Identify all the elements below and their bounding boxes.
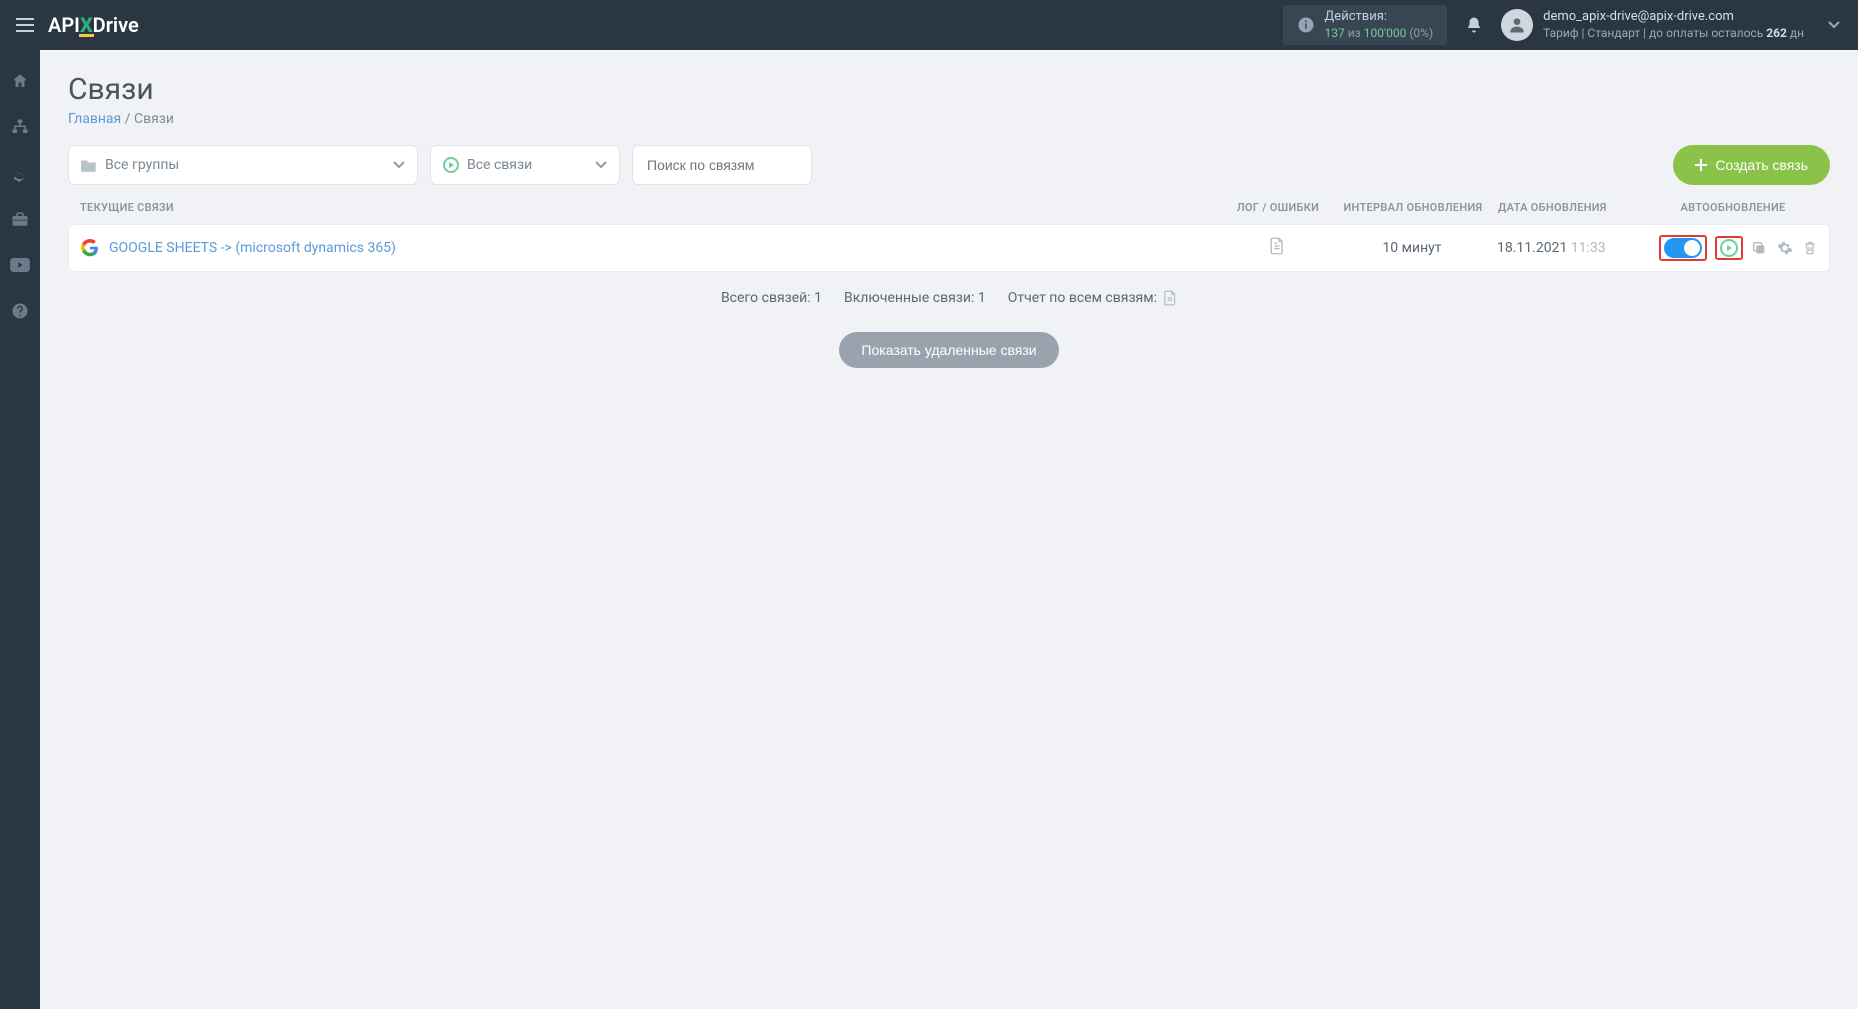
folder-icon bbox=[81, 159, 97, 172]
th-name: ТЕКУЩИЕ СВЯЗИ bbox=[80, 201, 1228, 214]
groups-dropdown-label: Все группы bbox=[105, 157, 179, 173]
actions-label: Действия: bbox=[1325, 9, 1434, 26]
connections-filter-label: Все связи bbox=[467, 157, 532, 173]
user-tariff: Тариф | Стандарт | до оплаты осталось 26… bbox=[1543, 26, 1804, 42]
sidebar-home-icon[interactable] bbox=[0, 60, 40, 102]
main-content: Связи Главная / Связи Все группы bbox=[40, 50, 1858, 1009]
show-deleted-button[interactable]: Показать удаленные связи bbox=[839, 332, 1058, 368]
sidebar-connections-icon[interactable] bbox=[0, 106, 40, 148]
menu-toggle-icon[interactable] bbox=[10, 10, 40, 40]
breadcrumb-current: Связи bbox=[134, 111, 174, 127]
header: APIXDrive Действия: 137 из 100'000 (0%) bbox=[0, 0, 1858, 50]
user-menu[interactable]: demo_apix-drive@apix-drive.com Тариф | С… bbox=[1501, 9, 1848, 41]
breadcrumb-home[interactable]: Главная bbox=[68, 111, 121, 127]
create-button-label: Создать связь bbox=[1715, 157, 1808, 173]
search-input[interactable] bbox=[632, 145, 812, 185]
plus-icon bbox=[1695, 159, 1707, 171]
avatar-icon bbox=[1501, 9, 1533, 41]
run-now-button[interactable] bbox=[1720, 239, 1738, 257]
breadcrumb: Главная / Связи bbox=[68, 111, 1830, 127]
notifications-icon[interactable] bbox=[1465, 16, 1483, 34]
chevron-down-icon bbox=[393, 161, 405, 169]
log-cell[interactable] bbox=[1227, 237, 1327, 259]
interval-cell: 10 минут bbox=[1327, 240, 1497, 256]
logo[interactable]: APIXDrive bbox=[48, 13, 139, 37]
info-icon bbox=[1297, 16, 1315, 34]
copy-icon[interactable] bbox=[1751, 240, 1767, 256]
autoupdate-toggle[interactable] bbox=[1664, 238, 1702, 258]
sidebar-help-icon[interactable] bbox=[0, 290, 40, 332]
connections-filter-dropdown[interactable]: Все связи bbox=[430, 145, 620, 185]
create-connection-button[interactable]: Создать связь bbox=[1673, 145, 1830, 185]
sidebar-billing-icon[interactable] bbox=[0, 152, 40, 194]
th-interval: ИНТЕРВАЛ ОБНОВЛЕНИЯ bbox=[1328, 201, 1498, 214]
chevron-down-icon bbox=[595, 161, 607, 169]
page-title: Связи bbox=[68, 72, 1830, 107]
date-cell: 18.11.2021 11:33 bbox=[1497, 240, 1647, 256]
connection-name-link[interactable]: GOOGLE SHEETS -> (microsoft dynamics 365… bbox=[109, 240, 396, 256]
summary-row: Всего связей: 1 Включенные связи: 1 Отче… bbox=[68, 290, 1830, 306]
user-email: demo_apix-drive@apix-drive.com bbox=[1543, 9, 1804, 26]
sidebar-video-icon[interactable] bbox=[0, 244, 40, 286]
sidebar bbox=[0, 50, 40, 1009]
file-icon bbox=[1163, 290, 1177, 306]
logo-x-icon: X bbox=[80, 13, 93, 37]
highlight-box-play bbox=[1715, 236, 1743, 260]
delete-icon[interactable] bbox=[1803, 240, 1817, 256]
th-date: ДАТА ОБНОВЛЕНИЯ bbox=[1498, 201, 1648, 214]
sidebar-briefcase-icon[interactable] bbox=[0, 198, 40, 240]
actions-counter[interactable]: Действия: 137 из 100'000 (0%) bbox=[1283, 5, 1448, 45]
google-icon bbox=[81, 239, 99, 257]
highlight-box-toggle bbox=[1659, 235, 1707, 261]
file-icon bbox=[1269, 237, 1285, 255]
chevron-down-icon bbox=[1828, 21, 1840, 29]
actions-value: 137 из 100'000 (0%) bbox=[1325, 26, 1434, 42]
th-auto: АВТООБНОВЛЕНИЕ bbox=[1648, 201, 1818, 214]
logo-text-suffix: Drive bbox=[93, 13, 139, 37]
table-header: ТЕКУЩИЕ СВЯЗИ ЛОГ / ОШИБКИ ИНТЕРВАЛ ОБНО… bbox=[68, 201, 1830, 224]
groups-dropdown[interactable]: Все группы bbox=[68, 145, 418, 185]
table-row: GOOGLE SHEETS -> (microsoft dynamics 365… bbox=[68, 224, 1830, 272]
logo-text-prefix: API bbox=[48, 13, 80, 37]
play-circle-icon bbox=[443, 157, 459, 173]
report-link[interactable]: Отчет по всем связям: bbox=[1008, 290, 1177, 306]
th-log: ЛОГ / ОШИБКИ bbox=[1228, 201, 1328, 214]
settings-icon[interactable] bbox=[1777, 240, 1793, 256]
